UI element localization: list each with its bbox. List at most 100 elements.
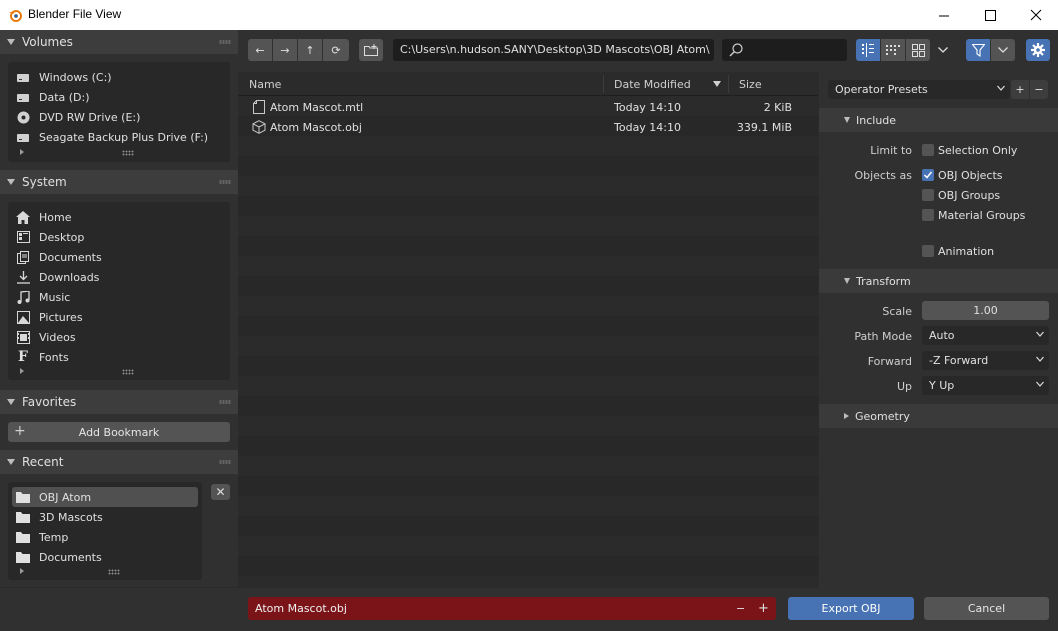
favorites-title: Favorites [22, 395, 77, 409]
volumes-panel-header[interactable]: Volumes [0, 30, 238, 54]
obj-objects-label[interactable]: OBJ Objects [938, 169, 1003, 182]
maximize-button[interactable] [967, 0, 1013, 30]
blender-logo-icon [8, 8, 22, 22]
horizontal-list-view-button[interactable] [881, 39, 905, 61]
add-preset-button[interactable]: + [1011, 80, 1029, 99]
file-date: Today 14:10 [614, 101, 682, 114]
system-item-home[interactable]: Home [16, 207, 226, 227]
material-groups-label[interactable]: Material Groups [938, 209, 1025, 222]
recent-item-3d-mascots[interactable]: 3D Mascots [16, 507, 226, 527]
material-groups-checkbox[interactable] [922, 209, 934, 221]
column-header-size[interactable]: Size [739, 78, 762, 91]
refresh-button[interactable]: ⟳ [323, 39, 349, 61]
scale-field[interactable]: 1.00 [922, 301, 1049, 320]
back-button[interactable]: ← [248, 39, 272, 61]
transform-section-header[interactable]: Transform [819, 269, 1058, 293]
volume-item-seagate-f[interactable]: Seagate Backup Plus Drive (F:) [16, 127, 226, 147]
recent-item-documents[interactable]: Documents [16, 547, 226, 567]
add-bookmark-button[interactable]: + Add Bookmark [8, 422, 230, 442]
system-item-label: Documents [39, 250, 102, 264]
display-settings-dropdown[interactable] [931, 39, 955, 61]
new-folder-button[interactable] [359, 39, 383, 61]
volume-item-windows-c[interactable]: Windows (C:) [16, 67, 226, 87]
expand-arrow-icon[interactable] [20, 149, 24, 155]
filename-input[interactable]: Atom Mascot.obj − + [248, 597, 776, 620]
vertical-list-view-button[interactable] [856, 39, 880, 61]
system-item-label: Home [39, 210, 72, 224]
volume-item-data-d[interactable]: Data (D:) [16, 87, 226, 107]
system-item-label: Music [39, 290, 71, 304]
system-item-desktop[interactable]: Desktop [16, 227, 226, 247]
documents-icon [16, 250, 30, 264]
objects-as-label: Objects as [854, 169, 912, 182]
include-title: Include [856, 113, 897, 127]
close-window-button[interactable] [1013, 0, 1058, 30]
system-item-label: Desktop [39, 230, 85, 244]
operator-presets-dropdown[interactable]: Operator Presets [828, 80, 1010, 99]
system-item-music[interactable]: Music [16, 287, 226, 307]
filter-settings-dropdown[interactable] [991, 39, 1015, 61]
recent-item-obj-atom[interactable]: OBJ Atom [12, 487, 198, 507]
export-obj-button[interactable]: Export OBJ [788, 597, 914, 620]
forward-axis-dropdown[interactable]: -Z Forward [922, 351, 1049, 370]
obj-groups-label[interactable]: OBJ Groups [938, 189, 1000, 202]
recent-item-label: OBJ Atom [39, 490, 92, 504]
system-item-downloads[interactable]: Downloads [16, 267, 226, 287]
filter-toggle-button[interactable] [966, 39, 990, 61]
thumbnail-view-button[interactable] [906, 39, 930, 61]
system-item-fonts[interactable]: F Fonts [16, 347, 226, 367]
geometry-section-header[interactable]: Geometry [819, 404, 1058, 428]
collapse-arrow-icon [844, 117, 850, 123]
directory-path-input[interactable]: C:\Users\n.hudson.SANY\Desktop\3D Mascot… [393, 39, 714, 61]
minimize-button[interactable] [921, 0, 967, 30]
sort-descending-icon [713, 81, 721, 87]
sidebar: Volumes Windows (C:) Data (D:) DVD RW Dr… [0, 30, 238, 587]
system-item-documents[interactable]: Documents [16, 247, 226, 267]
increment-filename-button[interactable]: + [758, 597, 769, 620]
path-mode-dropdown[interactable]: Auto [922, 326, 1049, 345]
cancel-button[interactable]: Cancel [924, 597, 1049, 620]
system-item-label: Pictures [39, 310, 83, 324]
system-item-pictures[interactable]: Pictures [16, 307, 226, 327]
up-axis-dropdown[interactable]: Y Up [922, 376, 1049, 395]
resize-grip-icon[interactable] [108, 569, 120, 575]
parent-directory-button[interactable]: ↑ [298, 39, 322, 61]
file-row[interactable]: Atom Mascot.obj Today 14:10 339.1 MiB [238, 117, 818, 137]
selection-only-checkbox[interactable] [922, 144, 934, 156]
music-icon [16, 290, 30, 304]
resize-grip-icon[interactable] [122, 369, 134, 375]
column-header-date[interactable]: Date Modified [614, 78, 691, 91]
scale-label: Scale [882, 305, 912, 318]
arrow-right-icon: → [280, 43, 290, 57]
recent-item-label: 3D Mascots [39, 510, 103, 524]
filter-icon [971, 43, 985, 57]
volume-item-dvd-e[interactable]: DVD RW Drive (E:) [16, 107, 226, 127]
include-section-header[interactable]: Include [819, 108, 1058, 132]
animation-label[interactable]: Animation [938, 245, 994, 258]
clear-recent-button[interactable]: ✕ [211, 484, 230, 500]
remove-preset-button[interactable]: − [1030, 80, 1048, 99]
forward-button[interactable]: → [273, 39, 297, 61]
toggle-options-region-button[interactable] [1026, 39, 1050, 61]
system-item-videos[interactable]: Videos [16, 327, 226, 347]
system-panel-header[interactable]: System [0, 170, 238, 194]
favorites-panel-header[interactable]: Favorites [0, 390, 238, 414]
obj-groups-checkbox[interactable] [922, 189, 934, 201]
resize-grip-icon[interactable] [122, 150, 134, 156]
chevron-down-icon [1036, 329, 1044, 339]
expand-arrow-icon[interactable] [20, 568, 24, 574]
expand-arrow-icon[interactable] [20, 368, 24, 374]
file-row[interactable]: Atom Mascot.mtl Today 14:10 2 KiB [238, 97, 818, 117]
selection-only-label[interactable]: Selection Only [938, 144, 1017, 157]
column-header-name[interactable]: Name [249, 78, 281, 91]
obj-objects-checkbox[interactable] [922, 169, 934, 181]
decrement-filename-button[interactable]: − [736, 597, 745, 620]
window-title: Blender File View [28, 7, 122, 21]
recent-item-temp[interactable]: Temp [16, 527, 226, 547]
animation-checkbox[interactable] [922, 245, 934, 257]
chevron-down-icon [1036, 379, 1044, 389]
recent-panel-header[interactable]: Recent [0, 450, 238, 474]
geometry-title: Geometry [855, 409, 910, 423]
search-input[interactable] [722, 39, 847, 61]
up-label: Up [896, 380, 912, 393]
